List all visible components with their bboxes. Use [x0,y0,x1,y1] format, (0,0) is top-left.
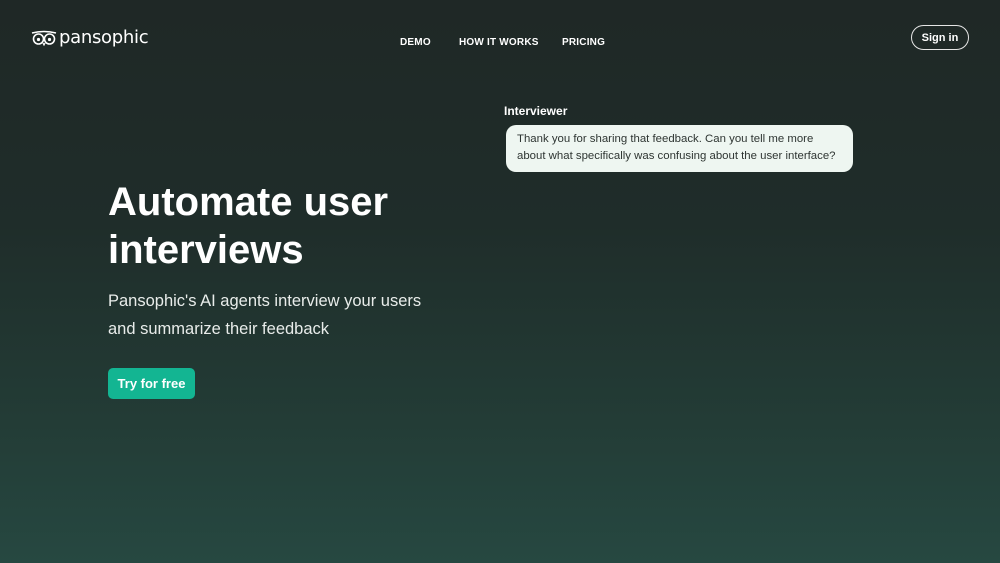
brand-logo[interactable]: pansophic [31,26,149,50]
nav-link-how-it-works[interactable]: HOW IT WORKS [459,37,539,49]
chat-message-bubble: Thank you for sharing that feedback. Can… [506,125,853,172]
owl-eyes-icon [31,30,57,47]
hero-subtitle: Pansophic's AI agents interview your use… [108,292,422,338]
sign-in-button[interactable]: Sign in [911,25,969,50]
site-header: pansophic DEMO HOW IT WORKS PRICING Sign… [0,0,1000,80]
nav-link-pricing[interactable]: PRICING [562,37,605,49]
nav-link-demo[interactable]: DEMO [400,37,431,49]
brand-name: pansophic [59,27,149,48]
hero-title: Automate user interviews [108,180,389,272]
chat-speaker-label: Interviewer [504,104,568,118]
try-for-free-button[interactable]: Try for free [108,368,195,399]
